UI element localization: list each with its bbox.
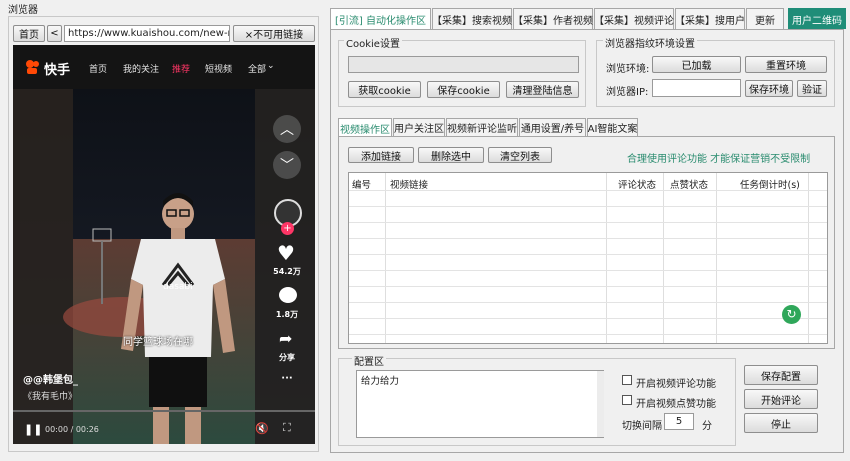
- add-link-button[interactable]: 添加链接: [348, 147, 414, 163]
- blocked-link-button[interactable]: ×不可用链接: [233, 25, 315, 42]
- env-status-button[interactable]: 已加载: [652, 56, 741, 73]
- interval-unit: 分: [702, 421, 712, 432]
- mute-icon[interactable]: 🔇: [255, 422, 269, 435]
- follow-plus-icon[interactable]: +: [281, 222, 294, 235]
- tab-search-video[interactable]: 【采集】搜索视频: [432, 8, 512, 29]
- usage-notice: 合理使用评论功能 才能保证营销不受限制: [627, 154, 811, 165]
- get-cookie-button[interactable]: 获取cookie: [348, 81, 421, 98]
- interval-label: 切换间隔: [622, 421, 662, 432]
- url-field[interactable]: https://www.kuaishou.com/new-reco: [64, 25, 230, 42]
- pause-icon[interactable]: ❚❚: [24, 423, 42, 436]
- col-header-like-status[interactable]: 点赞状态: [670, 177, 708, 191]
- save-config-button[interactable]: 保存配置: [744, 365, 818, 385]
- env-label: 浏览环境:: [606, 64, 650, 75]
- video-author[interactable]: @@韩堡包_: [23, 371, 78, 386]
- chevron-down-icon: ﹀: [280, 158, 294, 174]
- clear-login-button[interactable]: 清理登陆信息: [506, 81, 579, 98]
- fullscreen-icon[interactable]: ⛶: [283, 421, 291, 435]
- row-divider: [349, 254, 827, 255]
- delete-selected-button[interactable]: 删除选中: [418, 147, 484, 163]
- like-heart-icon[interactable]: ♥: [277, 241, 295, 265]
- subtab-video-ops[interactable]: 视频操作区: [338, 118, 392, 137]
- chevron-up-icon: ︿: [280, 122, 294, 138]
- col-header-id[interactable]: 编号: [352, 177, 371, 191]
- previous-video-button[interactable]: ︿: [273, 115, 301, 143]
- back-button[interactable]: <: [47, 25, 62, 42]
- nav-following[interactable]: 我的关注: [123, 62, 159, 75]
- env-group-title: 浏览器指纹环境设置: [603, 35, 697, 50]
- nav-recommend[interactable]: 推荐: [172, 62, 190, 75]
- row-divider: [349, 286, 827, 287]
- interval-field[interactable]: 5: [664, 413, 694, 430]
- like-count: 54.2万: [273, 267, 301, 276]
- row-divider: [349, 318, 827, 319]
- col-header-countdown[interactable]: 任务倒计时(s): [740, 177, 800, 191]
- enable-comment-label: 开启视频评论功能: [636, 379, 716, 390]
- site-header: 快手 首页 我的关注 推荐 短视频 全部 ⌄: [13, 45, 315, 89]
- progress-bar[interactable]: [13, 410, 315, 412]
- enable-comment-checkbox[interactable]: [622, 375, 632, 385]
- row-divider: [349, 222, 827, 223]
- comment-text: 给力给力: [361, 376, 400, 387]
- tab-automation[interactable]: [引流] 自动化操作区: [330, 8, 431, 30]
- row-divider: [349, 302, 827, 303]
- col-header-link[interactable]: 视频链接: [390, 177, 428, 191]
- nav-short-video[interactable]: 短视频: [205, 62, 232, 75]
- clear-list-button[interactable]: 清空列表: [488, 147, 552, 163]
- row-divider: [349, 334, 827, 335]
- comment-count: 1.8万: [275, 310, 299, 319]
- subtab-general-settings[interactable]: 通用设置/养号: [519, 118, 586, 136]
- share-label: 分享: [279, 353, 295, 362]
- window-title: 浏览器: [8, 5, 38, 16]
- share-icon[interactable]: ➦: [279, 329, 292, 348]
- cookie-group-title: Cookie设置: [344, 35, 402, 50]
- row-divider: [349, 238, 827, 239]
- more-icon[interactable]: ···: [269, 373, 305, 384]
- ip-label: 浏览器IP:: [606, 87, 649, 98]
- video-music: 《我有毛巾》: [23, 392, 78, 402]
- video-subtitle: 同学篮球场在哪: [123, 337, 193, 348]
- config-group-title: 配置区: [352, 353, 386, 368]
- enable-like-checkbox[interactable]: [622, 395, 632, 405]
- ip-field[interactable]: [652, 79, 741, 97]
- chevron-down-icon[interactable]: ⌄: [267, 61, 275, 71]
- verify-button[interactable]: 验证: [797, 80, 827, 97]
- home-button[interactable]: 首页: [13, 25, 45, 42]
- textarea-scrollbar[interactable]: [597, 371, 604, 437]
- subtab-ai-copy[interactable]: AI智能文案: [587, 118, 638, 136]
- shirt-text: dasabi: [163, 282, 193, 292]
- save-cookie-button[interactable]: 保存cookie: [427, 81, 500, 98]
- user-qr-button[interactable]: 用户二维码: [788, 8, 846, 29]
- cookie-field[interactable]: [348, 56, 579, 73]
- video-viewport[interactable]: 快手 首页 我的关注 推荐 短视频 全部 ⌄ ︿ ﹀ + ♥ 54.2万 1.8…: [13, 45, 315, 444]
- row-divider: [349, 270, 827, 271]
- nav-home[interactable]: 首页: [89, 62, 107, 75]
- subtab-user-follow[interactable]: 用户关注区: [393, 118, 445, 136]
- subtab-comment-monitor[interactable]: 视频新评论监听: [446, 118, 518, 136]
- reset-env-button[interactable]: 重置环境: [745, 56, 827, 73]
- start-comment-button[interactable]: 开始评论: [744, 389, 818, 409]
- site-logo-text: 快手: [44, 63, 71, 78]
- comment-text-area[interactable]: 给力给力: [356, 370, 604, 438]
- col-header-comment-status[interactable]: 评论状态: [618, 177, 656, 191]
- video-time: 00:00 / 00:26: [45, 425, 99, 434]
- next-video-button[interactable]: ﹀: [273, 151, 301, 179]
- kuaishou-logo-icon: [25, 59, 41, 75]
- tab-author-video[interactable]: 【采集】作者视频: [513, 8, 593, 29]
- enable-like-label: 开启视频点赞功能: [636, 399, 716, 410]
- comment-icon[interactable]: [279, 287, 297, 303]
- save-env-button[interactable]: 保存环境: [745, 80, 793, 97]
- tab-search-user[interactable]: 【采集】搜用户: [675, 8, 745, 29]
- refresh-icon[interactable]: ↻: [782, 305, 801, 324]
- nav-all[interactable]: 全部: [248, 62, 266, 75]
- stop-button[interactable]: 停止: [744, 413, 818, 433]
- row-divider: [349, 206, 827, 207]
- tab-update[interactable]: 更新: [746, 8, 784, 29]
- row-divider: [349, 190, 827, 191]
- tab-video-comments[interactable]: 【采集】视频评论: [594, 8, 674, 29]
